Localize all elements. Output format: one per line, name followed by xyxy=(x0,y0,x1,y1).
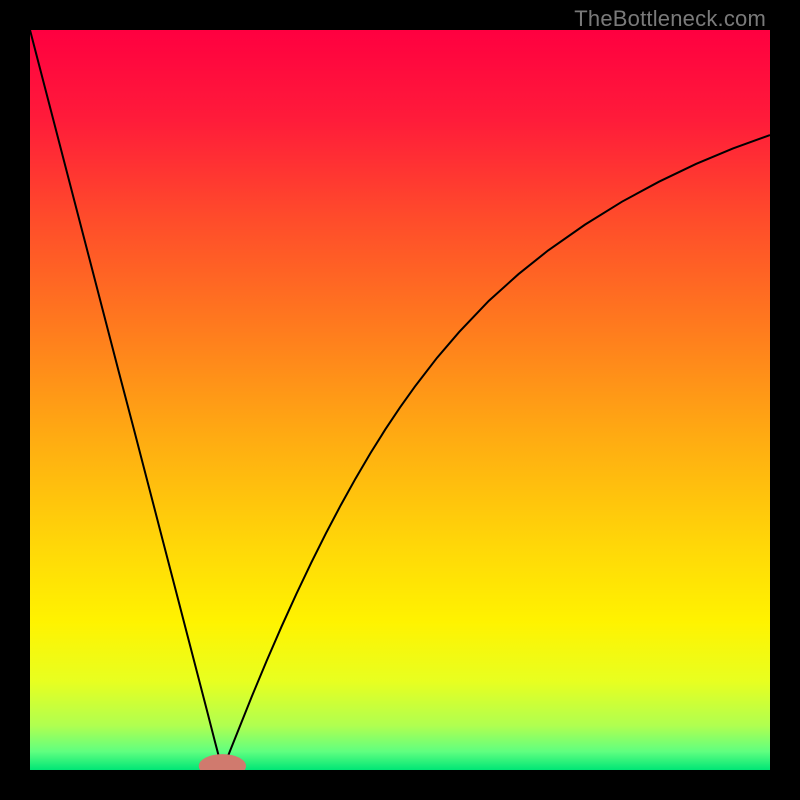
watermark-text: TheBottleneck.com xyxy=(574,6,766,32)
chart-background xyxy=(30,30,770,770)
chart-plot-area xyxy=(30,30,770,770)
chart-svg xyxy=(30,30,770,770)
chart-frame: TheBottleneck.com xyxy=(0,0,800,800)
